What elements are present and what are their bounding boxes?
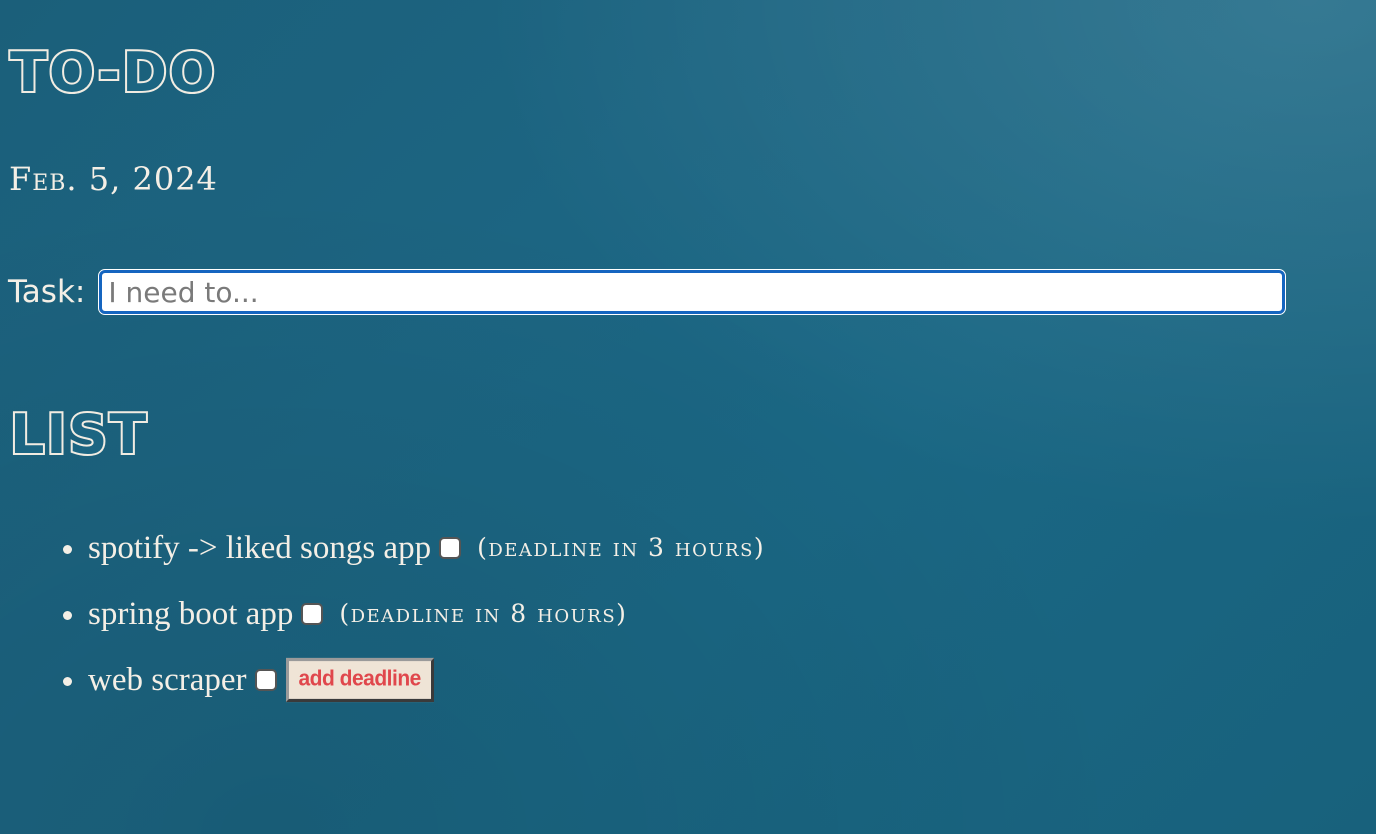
item-checkbox[interactable] bbox=[254, 669, 277, 691]
list-item: spotify -> liked songs app (deadline in … bbox=[88, 525, 765, 591]
item-checkbox[interactable] bbox=[301, 603, 324, 625]
task-form: Task: bbox=[8, 269, 1287, 315]
list-heading: LIST bbox=[8, 401, 149, 468]
task-input[interactable] bbox=[98, 269, 1287, 315]
list-item: web scraper add deadline bbox=[88, 657, 765, 723]
item-text: web scraper bbox=[88, 662, 247, 698]
add-deadline-button[interactable]: add deadline bbox=[285, 657, 434, 703]
item-deadline: (deadline in 3 hours) bbox=[477, 533, 766, 562]
page-title: TO-DO bbox=[8, 39, 217, 106]
list-item: spring boot app (deadline in 8 hours) bbox=[88, 591, 765, 657]
item-text: spotify -> liked songs app bbox=[88, 530, 432, 566]
item-text: spring boot app bbox=[88, 596, 294, 632]
item-deadline: (deadline in 8 hours) bbox=[339, 599, 628, 628]
item-checkbox[interactable] bbox=[439, 537, 462, 559]
todo-list: spotify -> liked songs app (deadline in … bbox=[58, 525, 765, 723]
date-text: Feb. 5, 2024 bbox=[9, 160, 218, 198]
task-label: Task: bbox=[8, 274, 86, 310]
